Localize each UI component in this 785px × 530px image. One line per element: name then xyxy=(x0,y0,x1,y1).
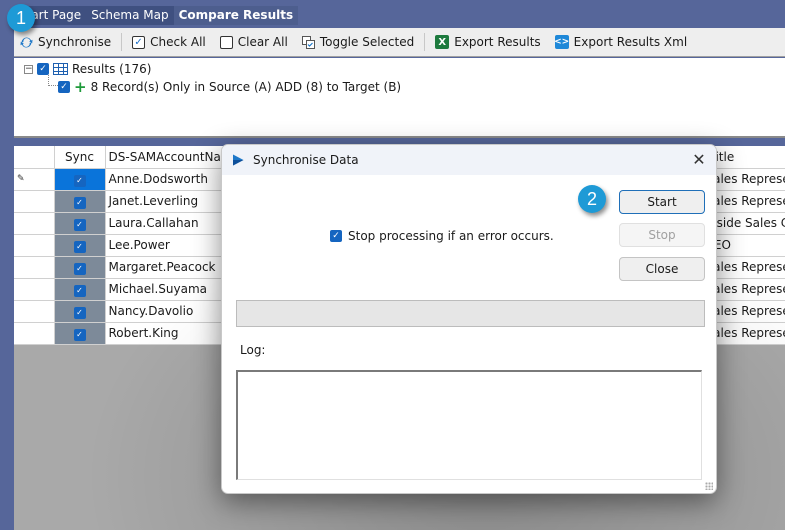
start-button[interactable]: Start xyxy=(619,190,705,214)
row-header-column[interactable] xyxy=(14,146,55,169)
collapse-icon[interactable]: − xyxy=(24,64,33,74)
clear-all-button[interactable]: Clear All xyxy=(219,35,288,49)
dialog-title: Synchronise Data xyxy=(253,153,359,167)
toggle-selected-label: Toggle Selected xyxy=(319,35,415,49)
title-cell[interactable]: Sales Represen xyxy=(705,168,785,191)
tree-node-label: 8 Record(s) Only in Source (A) ADD (8) t… xyxy=(90,80,402,94)
step-callout-2: 2 xyxy=(578,185,606,213)
sync-cell[interactable]: ✓ xyxy=(54,278,106,301)
title-cell[interactable]: Sales Represen xyxy=(705,278,785,301)
stop-on-error-checkbox[interactable]: ✓ xyxy=(330,230,342,242)
title-cell[interactable]: CEO xyxy=(705,234,785,257)
check-all-button[interactable]: ✓ Check All xyxy=(132,35,206,49)
toolbar-separator xyxy=(424,33,426,51)
dialog-title-bar[interactable]: Synchronise Data ✕ xyxy=(222,145,716,175)
tab-schema-map[interactable]: Schema Map xyxy=(86,6,173,25)
sync-cell[interactable]: ✓ xyxy=(54,190,106,213)
row-indicator[interactable] xyxy=(14,300,55,323)
tree-checkbox-only-in-source[interactable]: ✓ xyxy=(58,81,70,93)
close-icon[interactable]: ✕ xyxy=(690,151,708,169)
row-indicator[interactable] xyxy=(14,278,55,301)
tree-node-only-in-source[interactable]: ✓ + 8 Record(s) Only in Source (A) ADD (… xyxy=(58,78,402,96)
toggle-selected-button[interactable]: Toggle Selected xyxy=(301,35,415,49)
app-window: Start Page Schema Map Compare Results Sy… xyxy=(0,0,785,530)
checkbox-empty-icon xyxy=(219,35,233,49)
toolbar: Synchronise ✓ Check All Clear All Toggle… xyxy=(14,28,785,57)
sync-cell[interactable]: ✓ xyxy=(54,300,106,323)
sync-cell[interactable]: ✓ xyxy=(54,234,106,257)
stop-button[interactable]: Stop xyxy=(619,223,705,247)
title-cell[interactable]: Inside Sales Co xyxy=(705,212,785,235)
sync-checkbox[interactable]: ✓ xyxy=(73,306,86,319)
add-icon: + xyxy=(74,78,87,96)
stop-on-error-label: Stop processing if an error occurs. xyxy=(348,229,554,243)
column-header-title[interactable]: Title xyxy=(705,146,785,169)
checkbox-checked-icon: ✓ xyxy=(132,35,146,49)
tree-checkbox-results[interactable]: ✓ xyxy=(37,63,49,75)
export-results-label: Export Results xyxy=(454,35,541,49)
sync-cell[interactable]: ✓ xyxy=(54,168,106,191)
toggle-selected-icon xyxy=(301,35,315,49)
tree-connector xyxy=(48,75,58,86)
title-cell[interactable]: Sales Represen xyxy=(705,322,785,345)
sync-checkbox[interactable]: ✓ xyxy=(73,218,86,231)
progress-bar xyxy=(236,300,705,327)
row-indicator[interactable]: ✎ xyxy=(14,168,55,191)
resize-grip-icon[interactable] xyxy=(705,482,713,490)
export-results-button[interactable]: X Export Results xyxy=(435,35,541,49)
title-cell[interactable]: Sales Represen xyxy=(705,256,785,279)
sync-cell[interactable]: ✓ xyxy=(54,256,106,279)
step-callout-1: 1 xyxy=(7,4,35,32)
tree-node-label: Results (176) xyxy=(72,62,152,76)
sync-cell[interactable]: ✓ xyxy=(54,212,106,235)
check-all-label: Check All xyxy=(150,35,206,49)
excel-icon: X xyxy=(435,35,450,49)
tab-compare-results[interactable]: Compare Results xyxy=(173,6,299,25)
sync-cell[interactable]: ✓ xyxy=(54,322,106,345)
synchronise-data-dialog: Synchronise Data ✕ Start Stop Close ✓ St… xyxy=(221,144,717,494)
row-indicator[interactable] xyxy=(14,212,55,235)
log-textbox[interactable] xyxy=(236,370,702,480)
row-indicator[interactable] xyxy=(14,256,55,279)
results-tree: − ✓ Results (176) ✓ + 8 Record(s) Only i… xyxy=(14,58,785,138)
table-icon xyxy=(53,63,68,75)
row-indicator[interactable] xyxy=(14,322,55,345)
sync-icon xyxy=(20,36,33,49)
synchronise-button[interactable]: Synchronise xyxy=(20,35,111,49)
document-tabs: Start Page Schema Map Compare Results xyxy=(14,6,299,25)
sync-checkbox[interactable]: ✓ xyxy=(73,262,86,275)
export-results-xml-button[interactable]: <> Export Results Xml xyxy=(554,35,688,49)
app-logo-icon xyxy=(231,153,245,167)
sync-checkbox[interactable]: ✓ xyxy=(73,174,86,187)
title-cell[interactable]: Sales Represen xyxy=(705,300,785,323)
sync-checkbox[interactable]: ✓ xyxy=(73,328,86,341)
sync-checkbox[interactable]: ✓ xyxy=(73,240,86,253)
column-header-sync[interactable]: Sync xyxy=(54,146,106,169)
toolbar-separator xyxy=(121,33,123,51)
left-rail xyxy=(0,0,14,530)
sync-checkbox[interactable]: ✓ xyxy=(73,284,86,297)
tree-node-results[interactable]: − ✓ Results (176) xyxy=(24,62,151,76)
row-indicator[interactable] xyxy=(14,190,55,213)
clear-all-label: Clear All xyxy=(237,35,288,49)
close-button[interactable]: Close xyxy=(619,257,705,281)
log-label: Log: xyxy=(240,343,266,357)
export-results-xml-label: Export Results Xml xyxy=(573,35,688,49)
title-cell[interactable]: Sales Represen xyxy=(705,190,785,213)
synchronise-label: Synchronise xyxy=(38,35,112,49)
stop-on-error-option[interactable]: ✓ Stop processing if an error occurs. xyxy=(330,229,554,243)
sync-checkbox[interactable]: ✓ xyxy=(73,196,86,209)
row-indicator[interactable] xyxy=(14,234,55,257)
xml-icon: <> xyxy=(554,35,570,49)
